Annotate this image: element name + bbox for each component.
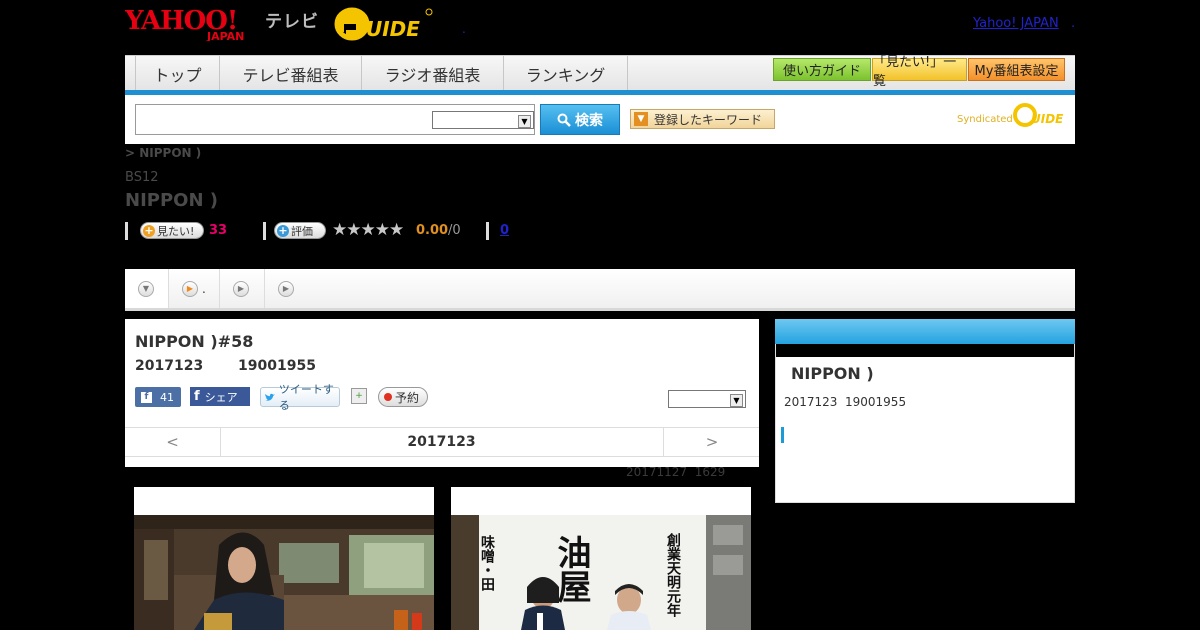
guide-button[interactable]: 使い方ガイド bbox=[773, 58, 871, 81]
side-time: 19001955 bbox=[845, 395, 907, 409]
svg-text:UIDE: UIDE bbox=[366, 17, 420, 41]
search-icon bbox=[557, 113, 571, 127]
last-updated: 20171127 1629 bbox=[626, 465, 725, 479]
review-button[interactable]: + 評価 bbox=[274, 222, 326, 239]
episode-date: 2017123 bbox=[135, 358, 204, 374]
episode-pager: < 2017123 > bbox=[125, 427, 759, 457]
syndicated-label: Syndicated bbox=[957, 114, 1013, 125]
global-nav: トップ テレビ番組表 ラジオ番組表 ランキング 使い方ガイド 「見たい!」一覧 … bbox=[125, 55, 1075, 91]
like-count: 41 bbox=[160, 390, 174, 404]
search-category-select[interactable]: ▼ bbox=[432, 111, 534, 129]
shop-banner-image: 味噌・田 油屋 創業天明元年 bbox=[451, 515, 751, 630]
yahoo-japan-logo[interactable]: YAHOO! JAPAN bbox=[125, 5, 262, 41]
chevron-down-icon: ▼ bbox=[518, 115, 531, 128]
facebook-icon: f bbox=[194, 389, 200, 404]
chevron-down-icon: ▼ bbox=[138, 280, 154, 297]
panel-subheader bbox=[776, 344, 1074, 357]
mitai-label: 見たい! bbox=[157, 224, 195, 238]
channel-name: BS12 bbox=[125, 170, 159, 185]
prev-episode-button[interactable]: < bbox=[125, 428, 221, 456]
side-date: 2017123 bbox=[784, 395, 838, 409]
divider bbox=[125, 222, 128, 240]
svg-text:味噌・田: 味噌・田 bbox=[479, 535, 495, 592]
tab-reviews[interactable]: ▶ bbox=[220, 269, 265, 308]
svg-text:創業天明元年: 創業天明元年 bbox=[665, 532, 682, 618]
side-title: NIPPON ) bbox=[791, 364, 874, 383]
tweet-button[interactable]: ツイートする bbox=[260, 383, 340, 412]
gguide-logo[interactable]: UIDE bbox=[334, 6, 434, 42]
tv-label: テレビ bbox=[265, 12, 319, 32]
page-title: NIPPON ) bbox=[125, 190, 219, 211]
calendar-add-icon[interactable]: + bbox=[351, 388, 367, 404]
tab-related[interactable]: ▶ bbox=[265, 269, 1075, 308]
rating-stars: ★★★★★ bbox=[332, 220, 404, 240]
comments-count-link[interactable]: 0 bbox=[500, 223, 509, 238]
saved-keywords-label: 登録したキーワード bbox=[654, 112, 763, 127]
episode-photo-1[interactable] bbox=[134, 487, 434, 630]
episode-title: NIPPON )#58 bbox=[135, 332, 254, 351]
rating-count: /0 bbox=[448, 223, 461, 238]
chevron-down-icon: ▼ bbox=[730, 394, 743, 407]
mitai-count: 33 bbox=[209, 223, 228, 238]
nav-tab-top[interactable]: トップ bbox=[135, 56, 220, 91]
episode-select[interactable]: ▼ bbox=[668, 390, 746, 408]
divider bbox=[486, 222, 489, 240]
twitter-bird-icon bbox=[264, 393, 275, 401]
tab-episodes[interactable]: ▶ . bbox=[169, 269, 220, 308]
header-link-dot: . bbox=[1071, 16, 1076, 31]
rating-score: 0.00 bbox=[416, 223, 449, 238]
dropdown-triangle-icon: ▼ bbox=[634, 112, 648, 126]
breadcrumb: > NIPPON ) bbox=[125, 146, 202, 160]
header-dot: . bbox=[462, 22, 466, 36]
plus-icon: + bbox=[277, 223, 289, 237]
svg-text:UIDE: UIDE bbox=[1031, 112, 1064, 126]
reserve-label: 予約 bbox=[395, 390, 420, 405]
plus-icon: + bbox=[143, 223, 155, 237]
facebook-share-button[interactable]: f シェア bbox=[190, 387, 250, 406]
panel-header bbox=[775, 319, 1075, 344]
section-marker bbox=[781, 427, 784, 443]
play-icon: ▶ bbox=[278, 280, 294, 297]
nav-tab-tv-listings[interactable]: テレビ番組表 bbox=[220, 56, 362, 91]
my-listings-button[interactable]: My番組表設定 bbox=[968, 58, 1065, 81]
yahoo-japan-link[interactable]: Yahoo! JAPAN bbox=[973, 16, 1059, 31]
reserve-button[interactable]: 予約 bbox=[378, 387, 428, 407]
play-icon: ▶ bbox=[182, 280, 198, 297]
facebook-like-button[interactable]: f 41 bbox=[135, 387, 181, 407]
tweet-label: ツイートする bbox=[278, 383, 334, 412]
nav-tab-ranking[interactable]: ランキング bbox=[504, 56, 628, 91]
pager-date: 2017123 bbox=[407, 434, 476, 450]
woman-in-restaurant-image bbox=[134, 515, 434, 630]
content-tabs: ▼ ▶ . ▶ ▶ bbox=[125, 269, 1075, 311]
updated-time: 1629 bbox=[694, 465, 726, 479]
updated-date: 20171127 bbox=[626, 465, 688, 479]
episode-time: 19001955 bbox=[238, 358, 316, 374]
share-label: シェア bbox=[204, 390, 238, 404]
next-episode-button[interactable]: > bbox=[663, 428, 760, 456]
saved-keywords-button[interactable]: ▼ 登録したキーワード bbox=[630, 109, 775, 129]
search-button-label: 検索 bbox=[575, 112, 603, 129]
search-button[interactable]: 検索 bbox=[540, 104, 620, 135]
wishlist-button[interactable]: 「見たい!」一覧 bbox=[872, 55, 967, 89]
tab-label: . bbox=[202, 281, 206, 296]
svg-text:JAPAN: JAPAN bbox=[206, 30, 244, 41]
tab-overview[interactable]: ▼ bbox=[125, 269, 169, 308]
nav-tab-radio-listings[interactable]: ラジオ番組表 bbox=[362, 56, 504, 91]
play-icon: ▶ bbox=[233, 280, 249, 297]
review-label: 評価 bbox=[291, 224, 313, 238]
syndicated-gguide-logo: Syndicated UIDE bbox=[957, 103, 1064, 127]
record-icon bbox=[384, 393, 392, 401]
divider bbox=[263, 222, 266, 240]
facebook-icon: f bbox=[141, 391, 152, 403]
episode-photo-2[interactable]: 味噌・田 油屋 創業天明元年 bbox=[451, 487, 751, 630]
mitai-button[interactable]: + 見たい! bbox=[140, 222, 204, 239]
